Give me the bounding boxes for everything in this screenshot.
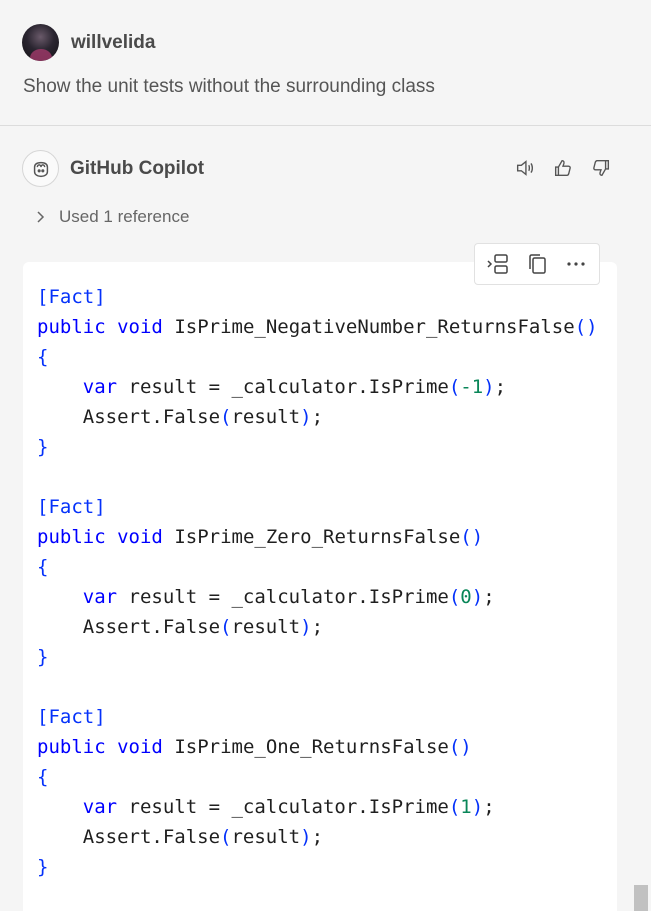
code-attribute: [Fact] <box>37 706 106 728</box>
test-method: [Fact] public void IsPrime_NegativeNumbe… <box>37 286 598 458</box>
method-name: IsPrime_One_ReturnsFalse <box>174 736 449 758</box>
code-attribute: [Fact] <box>37 286 106 308</box>
references-toggle[interactable]: Used 1 reference <box>35 207 189 227</box>
test-method: [Fact] public void IsPrime_Zero_ReturnsF… <box>37 496 495 668</box>
user-name: willvelida <box>71 31 156 53</box>
code-toolbar <box>474 243 600 285</box>
method-name: IsPrime_NegativeNumber_ReturnsFalse <box>174 316 575 338</box>
user-message: Show the unit tests without the surround… <box>23 76 435 97</box>
scrollbar-thumb[interactable] <box>634 885 648 911</box>
method-name: IsPrime_Zero_ReturnsFalse <box>174 526 461 548</box>
copy-icon[interactable] <box>523 250 551 278</box>
more-icon[interactable] <box>562 250 590 278</box>
code-content: [Fact] public void IsPrime_NegativeNumbe… <box>37 282 598 882</box>
test-argument: 0 <box>460 586 472 608</box>
speaker-icon[interactable] <box>513 156 537 180</box>
test-argument: -1 <box>460 376 484 398</box>
thumbs-up-icon[interactable] <box>551 156 575 180</box>
assistant-header: GitHub Copilot <box>22 150 204 187</box>
test-argument: 1 <box>460 796 472 818</box>
scrollbar[interactable] <box>631 0 651 911</box>
chat-panel: willvelida Show the unit tests without t… <box>0 0 651 911</box>
user-avatar <box>22 24 59 61</box>
copilot-icon <box>22 150 59 187</box>
assistant-name: GitHub Copilot <box>70 157 205 179</box>
chevron-right-icon <box>35 210 47 224</box>
message-divider <box>0 125 651 126</box>
user-header: willvelida <box>22 24 155 61</box>
test-method: [Fact] public void IsPrime_One_ReturnsFa… <box>37 706 495 878</box>
references-label: Used 1 reference <box>59 207 190 226</box>
response-actions <box>513 156 613 180</box>
insert-code-icon[interactable] <box>484 250 512 278</box>
code-attribute: [Fact] <box>37 496 106 518</box>
thumbs-down-icon[interactable] <box>589 156 613 180</box>
